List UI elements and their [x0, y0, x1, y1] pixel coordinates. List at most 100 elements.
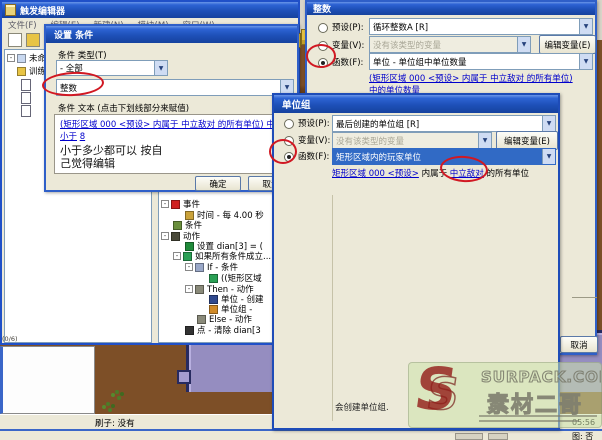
set-condition-title: 设置 条件: [54, 28, 93, 41]
ok-button[interactable]: 确定: [195, 176, 241, 191]
preset-label: 预设(P):: [332, 21, 364, 33]
value-link[interactable]: 8: [80, 132, 85, 142]
trigger-editor-titlebar[interactable]: 触发编辑器: [2, 2, 298, 18]
preset-label: 预设(P):: [298, 117, 330, 129]
set-condition-titlebar[interactable]: 设置 条件: [46, 26, 297, 43]
divider: [572, 297, 597, 298]
chevron-down-icon[interactable]: ▼: [542, 116, 555, 131]
variable-label: 变量(V):: [332, 39, 364, 51]
preset-radio[interactable]: [318, 23, 328, 33]
grass-tuft: [106, 402, 110, 406]
if-branch-icon: [195, 263, 204, 272]
function-radio[interactable]: [284, 152, 294, 162]
scroll-icon: [5, 4, 16, 16]
chevron-down-icon: ▼: [517, 37, 530, 52]
plateau-corner: [177, 370, 191, 384]
unit-group-footer-text: 会创建单位组.: [335, 401, 389, 413]
collapse-icon[interactable]: -: [185, 263, 193, 271]
preset-combo[interactable]: 最后创建的单位组 [R] ▼: [332, 115, 556, 132]
function-description-link[interactable]: (矩形区域 000 <预设> 内属于 中立敌对 的所有单位): [369, 72, 573, 84]
tree-row-events[interactable]: -事件: [161, 199, 200, 209]
condition-text-link[interactable]: (矩形区域 000 <预设> 内属于 中立敌对 的所有单位) 中的单位数量: [60, 118, 292, 130]
condition-icon: [209, 274, 218, 283]
set-condition-dialog: 设置 条件 条件 类型(T) - 全部 ▼ 整数 ▼ 条件 文本 (点击下划线部…: [44, 24, 299, 192]
time-text: 05:56: [572, 418, 595, 427]
function-radio[interactable]: [318, 58, 328, 68]
function-combo[interactable]: 矩形区域内的玩家单位 ▼: [332, 148, 556, 165]
function-label: 函数(F):: [298, 150, 329, 162]
condition-category-combo[interactable]: - 全部 ▼: [56, 60, 168, 76]
function-combo[interactable]: 单位 - 单位组中单位数量 ▼: [369, 53, 593, 70]
trigger-doc-icon[interactable]: [21, 79, 31, 91]
tree-row-if-then-else[interactable]: -如果所有条件成立...: [161, 251, 271, 261]
trigger-editor-title: 触发编辑器: [20, 4, 65, 17]
variable-radio[interactable]: [284, 136, 294, 146]
tree-row-else[interactable]: Else - 动作: [161, 314, 252, 324]
trigger-doc-icon[interactable]: [21, 92, 31, 104]
status-widget: [455, 433, 483, 440]
else-branch-icon: [197, 315, 206, 324]
open-folder-icon[interactable]: [26, 33, 40, 47]
condition-operator-line: 小于 8: [60, 130, 85, 142]
trigger-doc-icon[interactable]: [21, 105, 31, 117]
screen: (0/6) 刷子: 没有 05:56 图: 否 触发编辑器 文件(F) 编辑(E…: [0, 0, 602, 440]
collapse-icon[interactable]: -: [161, 232, 169, 240]
annotation-note: 小于多少都可以 按自 己觉得编辑: [60, 144, 163, 170]
chevron-down-icon[interactable]: ▼: [154, 61, 167, 75]
map-icon: [17, 54, 26, 63]
integer-dialog-titlebar[interactable]: 整数: [307, 2, 595, 15]
tree-row-conditions[interactable]: 条件: [161, 220, 202, 230]
chevron-down-icon[interactable]: ▼: [579, 19, 592, 34]
function-label: 函数(F):: [332, 56, 363, 68]
operator-link[interactable]: 小于: [60, 132, 77, 142]
collapse-icon[interactable]: -: [161, 200, 169, 208]
tree-row-event-time[interactable]: 时间 - 每 4.00 秒: [161, 210, 264, 220]
variable-label: 变量(V):: [298, 134, 330, 146]
tree-row-actions[interactable]: -动作: [161, 231, 200, 241]
action-icon: [171, 232, 180, 241]
collapse-icon[interactable]: -: [7, 54, 15, 62]
folder-icon: [17, 67, 26, 76]
tree-row-point-clear[interactable]: 点 - 清除 dian[3: [161, 325, 261, 335]
tree-row-if-condition[interactable]: ((矩形区域: [161, 273, 262, 283]
condition-icon: [173, 221, 182, 230]
condition-text-area: (矩形区域 000 <预设> 内属于 中立敌对 的所有单位) 中的单位数量 小于…: [54, 114, 294, 174]
unit-group-dialog: 单位组 预设(P): 最后创建的单位组 [R] ▼ 变量(V): 没有该类型的变…: [272, 93, 560, 430]
variable-combo: 没有该类型的变量 ▼: [369, 36, 531, 53]
player-link[interactable]: 中立敌对: [450, 169, 484, 179]
tree-row-if[interactable]: -If - 条件: [161, 262, 238, 272]
condition-type-combo[interactable]: 整数 ▼: [56, 79, 294, 96]
integer-dialog-title: 整数: [313, 2, 331, 15]
status-bar: 图: 否: [0, 429, 602, 440]
flag-icon: [171, 200, 180, 209]
unit-group-title: 单位组: [282, 97, 311, 111]
collapse-icon[interactable]: -: [185, 285, 193, 293]
function-description: 矩形区域 000 <预设> 内属于 中立敌对 的所有单位: [332, 167, 529, 179]
menu-file[interactable]: 文件(F): [8, 19, 37, 31]
then-branch-icon: [195, 285, 204, 294]
variable-combo: 没有该类型的变量 ▼: [332, 132, 492, 149]
region-link[interactable]: 矩形区域 000 <预设>: [332, 169, 419, 179]
new-file-icon[interactable]: [8, 33, 22, 47]
side-panel: [0, 346, 95, 414]
panel-divider: [332, 195, 333, 421]
chevron-down-icon: ▼: [478, 133, 491, 148]
status-widget: [488, 433, 508, 440]
preset-combo[interactable]: 循环整数A [R] ▼: [369, 18, 593, 35]
grass-tuft: [115, 390, 119, 394]
map-flag-text: 图: 否: [572, 431, 593, 440]
if-then-else-icon: [183, 252, 192, 261]
collapse-icon[interactable]: -: [173, 252, 181, 260]
edit-variable-button[interactable]: 编辑变量(E): [539, 35, 596, 54]
unit-group-titlebar[interactable]: 单位组: [274, 95, 558, 113]
cancel-button[interactable]: 取消: [560, 336, 598, 353]
chevron-down-icon[interactable]: ▼: [542, 149, 555, 164]
brush-status-text: 刷子: 没有: [95, 417, 135, 429]
tree-folder-row[interactable]: 训练: [17, 66, 46, 76]
unit-icon: [209, 295, 218, 304]
condition-text-label: 条件 文本 (点击下划线部分来赋值): [58, 102, 189, 114]
variable-radio[interactable]: [318, 41, 328, 51]
layer-counter: (0/6): [2, 335, 18, 343]
chevron-down-icon[interactable]: ▼: [579, 54, 592, 69]
preset-radio[interactable]: [284, 119, 294, 129]
